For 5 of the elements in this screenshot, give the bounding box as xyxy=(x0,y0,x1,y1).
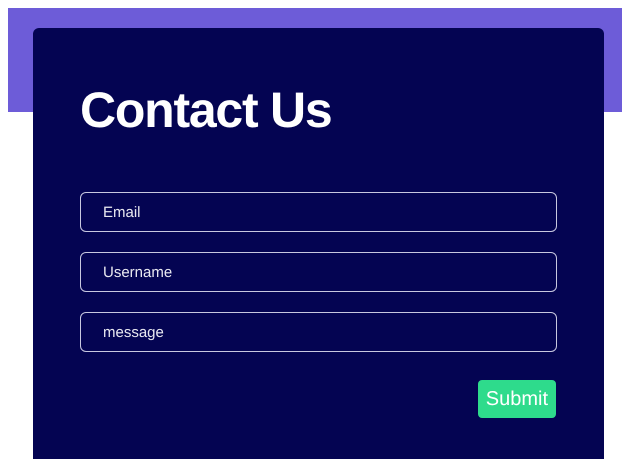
text-field[interactable]: Username xyxy=(80,252,557,292)
card-title: Contact Us xyxy=(80,81,332,140)
text-field[interactable]: Email xyxy=(80,192,557,232)
text-field[interactable]: message xyxy=(80,312,557,352)
submit-button[interactable]: Submit xyxy=(478,380,556,418)
